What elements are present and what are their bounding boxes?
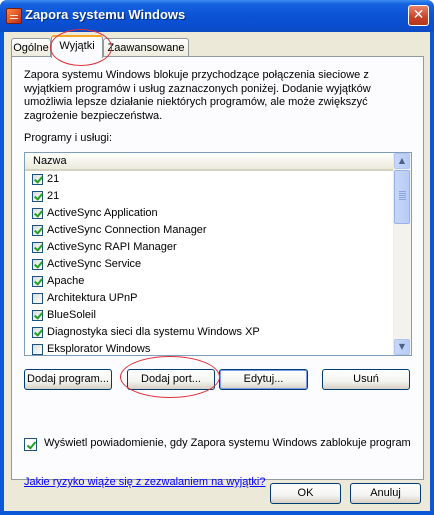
item-checkbox[interactable] xyxy=(32,208,43,219)
close-button[interactable]: ✕ xyxy=(408,5,429,26)
item-checkbox[interactable] xyxy=(32,310,43,321)
remove-button[interactable]: Usuń xyxy=(322,369,410,390)
list-item[interactable]: 21 xyxy=(25,188,395,205)
ok-button[interactable]: OK xyxy=(270,483,341,504)
add-program-button[interactable]: Dodaj program... xyxy=(24,369,112,390)
item-checkbox[interactable] xyxy=(32,242,43,253)
item-checkbox[interactable] xyxy=(32,225,43,236)
item-label: 21 xyxy=(47,173,60,185)
item-label: ActiveSync RAPI Manager xyxy=(47,241,177,253)
list-item[interactable]: ActiveSync Connection Manager xyxy=(25,222,395,239)
window-title: Zapora systemu Windows xyxy=(25,7,186,22)
item-checkbox[interactable] xyxy=(32,276,43,287)
notify-checkbox[interactable] xyxy=(24,438,37,451)
add-port-button[interactable]: Dodaj port... xyxy=(127,369,215,390)
programs-list[interactable]: Nazwa 21 21 ActiveSync Application Activ… xyxy=(24,152,412,356)
risk-help-link[interactable]: Jakie ryzyko wiąże się z zezwalaniem na … xyxy=(24,476,265,488)
list-item[interactable]: Apache xyxy=(25,273,395,290)
vertical-scrollbar[interactable]: ▲ ▼ xyxy=(393,153,411,355)
list-item[interactable]: ActiveSync Application xyxy=(25,205,395,222)
firewall-window: Zapora systemu Windows ✕ Ogólne Wyjątki … xyxy=(0,0,434,515)
grip-icon xyxy=(399,191,406,200)
list-item[interactable]: Eksplorator Windows xyxy=(25,341,395,355)
item-checkbox[interactable] xyxy=(32,174,43,185)
item-label: ActiveSync Application xyxy=(47,207,158,219)
item-label: ActiveSync Service xyxy=(47,258,142,270)
column-header-name[interactable]: Nazwa xyxy=(25,153,395,171)
list-item[interactable]: BlueSoleil xyxy=(25,307,395,324)
title-bar[interactable]: Zapora systemu Windows ✕ xyxy=(0,0,434,32)
tab-general[interactable]: Ogólne xyxy=(11,38,51,58)
item-label: Diagnostyka sieci dla systemu Windows XP xyxy=(47,326,260,338)
item-label: Architektura UPnP xyxy=(47,292,138,304)
list-item[interactable]: Architektura UPnP xyxy=(25,290,395,307)
programs-group-label: Programy i usługi: xyxy=(24,132,113,144)
notify-label[interactable]: Wyświetl powiadomienie, gdy Zapora syste… xyxy=(44,437,411,449)
list-item[interactable]: Diagnostyka sieci dla systemu Windows XP xyxy=(25,324,395,341)
program-rows: 21 21 ActiveSync Application ActiveSync … xyxy=(25,171,395,355)
item-checkbox[interactable] xyxy=(32,327,43,338)
firewall-app-icon xyxy=(6,8,22,24)
item-label: ActiveSync Connection Manager xyxy=(47,224,207,236)
item-label: Eksplorator Windows xyxy=(47,343,151,355)
item-label: BlueSoleil xyxy=(47,309,96,321)
item-checkbox[interactable] xyxy=(32,293,43,304)
item-checkbox[interactable] xyxy=(32,259,43,270)
cancel-button[interactable]: Anuluj xyxy=(350,483,421,504)
exceptions-panel: Zapora systemu Windows blokuje przychodz… xyxy=(11,56,424,488)
list-item[interactable]: 21 xyxy=(25,171,395,188)
scroll-down-icon[interactable]: ▼ xyxy=(394,339,410,355)
item-label: Apache xyxy=(47,275,85,287)
tab-exceptions[interactable]: Wyjątki xyxy=(51,35,103,58)
edit-button[interactable]: Edytuj... xyxy=(219,369,308,390)
list-item[interactable]: ActiveSync Service xyxy=(25,256,395,273)
list-item[interactable]: ActiveSync RAPI Manager xyxy=(25,239,395,256)
scroll-thumb[interactable] xyxy=(394,170,410,224)
scroll-up-icon[interactable]: ▲ xyxy=(394,153,410,169)
dialog-client-area: Ogólne Wyjątki Zaawansowane Zapora syste… xyxy=(4,32,430,511)
item-checkbox[interactable] xyxy=(32,191,43,202)
item-checkbox[interactable] xyxy=(32,344,43,355)
tab-advanced[interactable]: Zaawansowane xyxy=(103,38,189,58)
description-text: Zapora systemu Windows blokuje przychodz… xyxy=(24,69,371,122)
item-label: 21 xyxy=(47,190,60,202)
